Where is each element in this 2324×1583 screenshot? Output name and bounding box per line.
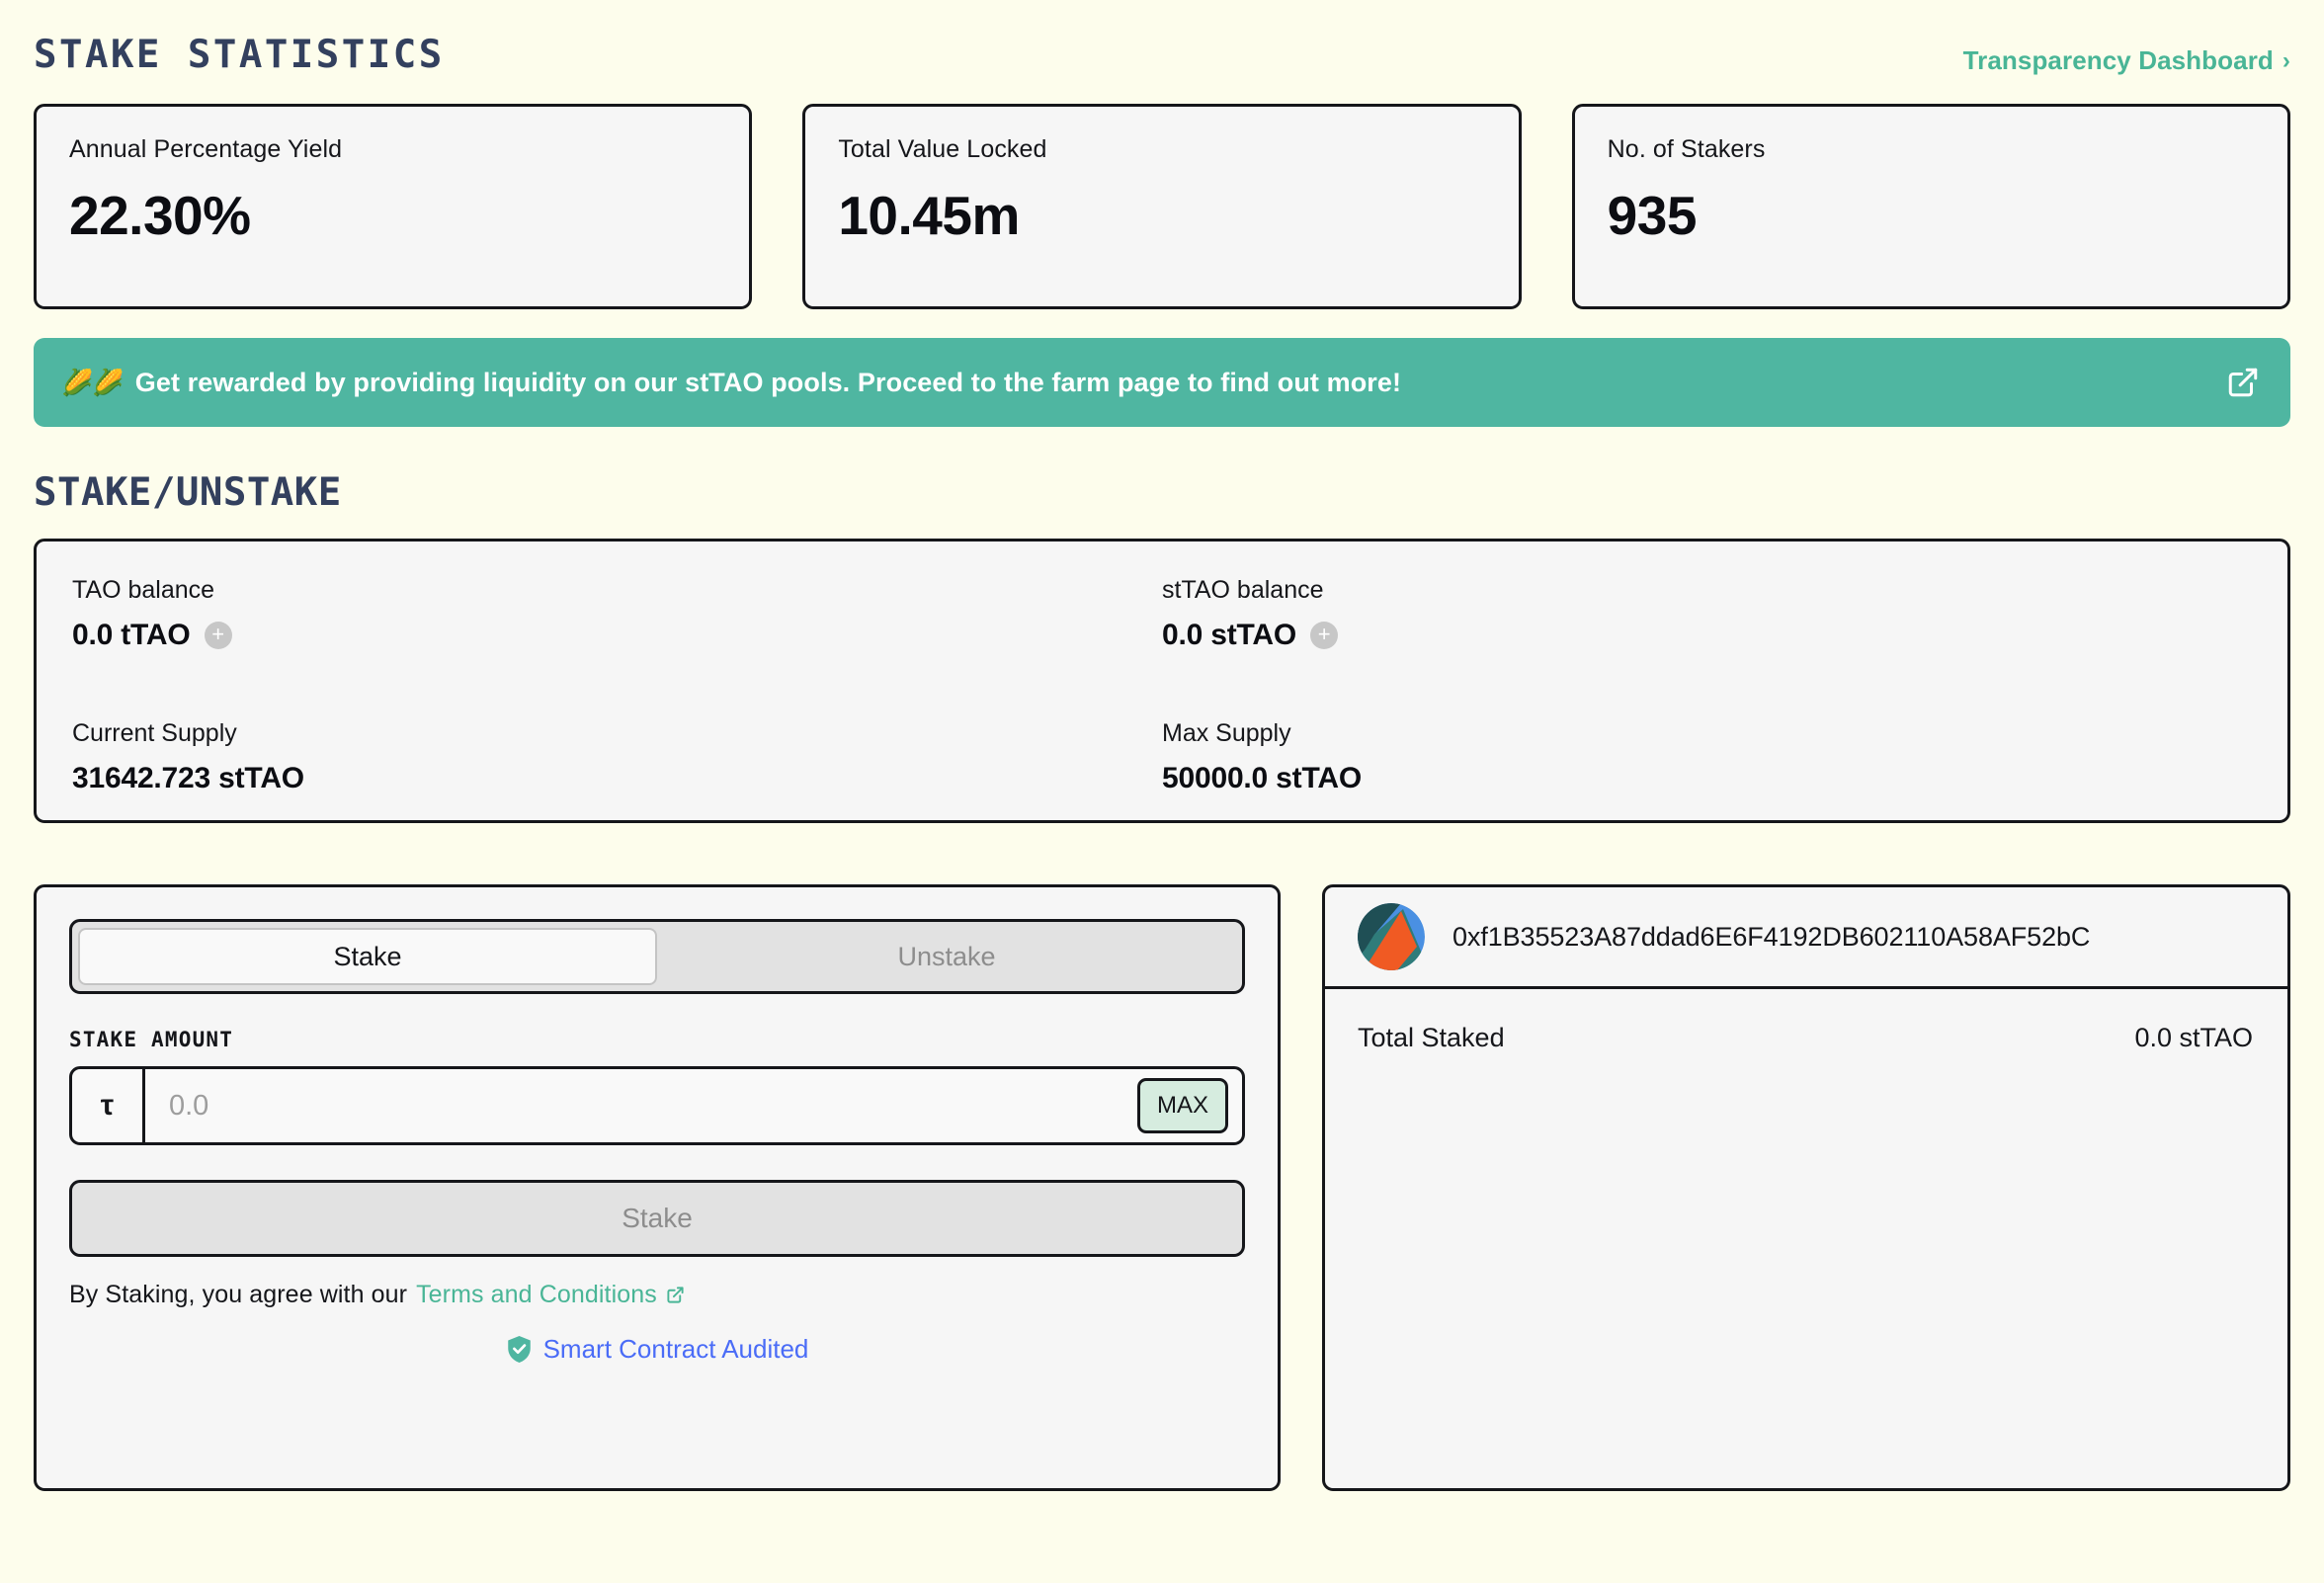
transparency-dashboard-link[interactable]: Transparency Dashboard › [1963, 22, 2290, 76]
stake-amount-label: STAKE AMOUNT [69, 1028, 234, 1051]
stat-cards-row: Annual Percentage Yield 22.30% Total Val… [34, 104, 2290, 309]
stake-form-card: Stake Unstake STAKE AMOUNT τ MAX Stake B… [34, 884, 1281, 1491]
stat-label: Annual Percentage Yield [69, 135, 343, 163]
stat-card-apy: Annual Percentage Yield 22.30% [34, 104, 753, 309]
sttao-balance-value-row: 0.0 stTAO + [1162, 619, 2252, 652]
stat-value: 10.45m [838, 185, 1020, 246]
balance-panel: TAO balance 0.0 tTAO + stTAO balance 0.0… [34, 539, 2290, 823]
max-supply-value: 50000.0 stTAO [1162, 761, 1362, 794]
submit-stake-button[interactable]: Stake [69, 1180, 1245, 1257]
current-supply-value: 31642.723 stTAO [72, 761, 304, 794]
account-card: 0xf1B35523A87ddad6E6F4192DB602110A58AF52… [1322, 884, 2290, 1491]
add-tao-token-icon[interactable]: + [204, 622, 232, 649]
tao-balance-block: TAO balance 0.0 tTAO + [72, 576, 1162, 678]
terms-link-label: Terms and Conditions [416, 1281, 657, 1308]
max-supply-block: Max Supply 50000.0 stTAO [1162, 719, 2252, 821]
stat-card-stakers: No. of Stakers 935 [1571, 104, 2290, 309]
stake-unstake-tabs: Stake Unstake [69, 919, 1245, 994]
max-button[interactable]: MAX [1137, 1078, 1228, 1133]
tao-balance-value: 0.0 tTAO [72, 619, 191, 651]
total-staked-value: 0.0 stTAO [2134, 1023, 2253, 1052]
total-staked-row: Total Staked 0.0 stTAO [1325, 989, 2287, 1053]
chevron-right-icon: › [2282, 46, 2290, 74]
sttao-balance-block: stTAO balance 0.0 stTAO + [1162, 576, 2252, 678]
liquidity-promo-banner[interactable]: 🌽🌽 Get rewarded by providing liquidity o… [34, 338, 2290, 427]
banner-text-wrap: 🌽🌽 Get rewarded by providing liquidity o… [61, 368, 1401, 398]
current-supply-label: Current Supply [72, 718, 237, 747]
stake-unstake-title: STAKE/UNSTAKE [34, 470, 342, 515]
stake-form-row: Stake Unstake STAKE AMOUNT τ MAX Stake B… [34, 884, 2290, 1491]
smart-contract-audited-link[interactable]: Smart Contract Audited [69, 1334, 1245, 1365]
stake-amount-field: τ MAX [69, 1066, 1245, 1145]
corn-emoji-icon: 🌽🌽 [61, 367, 124, 397]
stake-page: STAKE STATISTICS Transparency Dashboard … [0, 0, 2324, 1583]
current-supply-block: Current Supply 31642.723 stTAO [72, 719, 1162, 821]
max-supply-label: Max Supply [1162, 718, 1291, 747]
tao-currency-icon: τ [72, 1069, 145, 1142]
account-header: 0xf1B35523A87ddad6E6F4192DB602110A58AF52… [1325, 887, 2287, 989]
shield-check-icon [506, 1334, 533, 1365]
total-staked-label: Total Staked [1358, 1023, 1505, 1052]
sttao-balance-label: stTAO balance [1162, 576, 1324, 604]
stat-card-tvl: Total Value Locked 10.45m [802, 104, 1522, 309]
terms-prefix-text: By Staking, you agree with our [69, 1281, 408, 1308]
tab-unstake[interactable]: Unstake [657, 928, 1236, 985]
add-sttao-token-icon[interactable]: + [1310, 622, 1339, 649]
stat-label: No. of Stakers [1607, 135, 1766, 163]
terms-agreement: By Staking, you agree with our Terms and… [69, 1281, 1245, 1309]
sttao-balance-value: 0.0 stTAO [1162, 619, 1297, 651]
stat-label: Total Value Locked [838, 135, 1047, 163]
tab-stake[interactable]: Stake [78, 928, 657, 985]
wallet-address[interactable]: 0xf1B35523A87ddad6E6F4192DB602110A58AF52… [1452, 922, 2090, 953]
stake-statistics-header: STAKE STATISTICS Transparency Dashboard … [34, 22, 2290, 81]
stat-value: 935 [1607, 185, 1698, 246]
stat-value: 22.30% [69, 185, 251, 246]
banner-message: Get rewarded by providing liquidity on o… [134, 367, 1402, 397]
page-title: STAKE STATISTICS [34, 33, 445, 77]
terms-and-conditions-link[interactable]: Terms and Conditions [416, 1281, 685, 1309]
wallet-avatar-icon [1358, 903, 1425, 970]
tao-balance-label: TAO balance [72, 576, 215, 604]
tao-balance-value-row: 0.0 tTAO + [72, 619, 1162, 652]
audited-label: Smart Contract Audited [542, 1334, 809, 1364]
transparency-dashboard-label: Transparency Dashboard [1962, 45, 2274, 75]
stake-amount-input[interactable] [145, 1069, 1137, 1142]
external-link-icon[interactable] [2226, 366, 2260, 399]
